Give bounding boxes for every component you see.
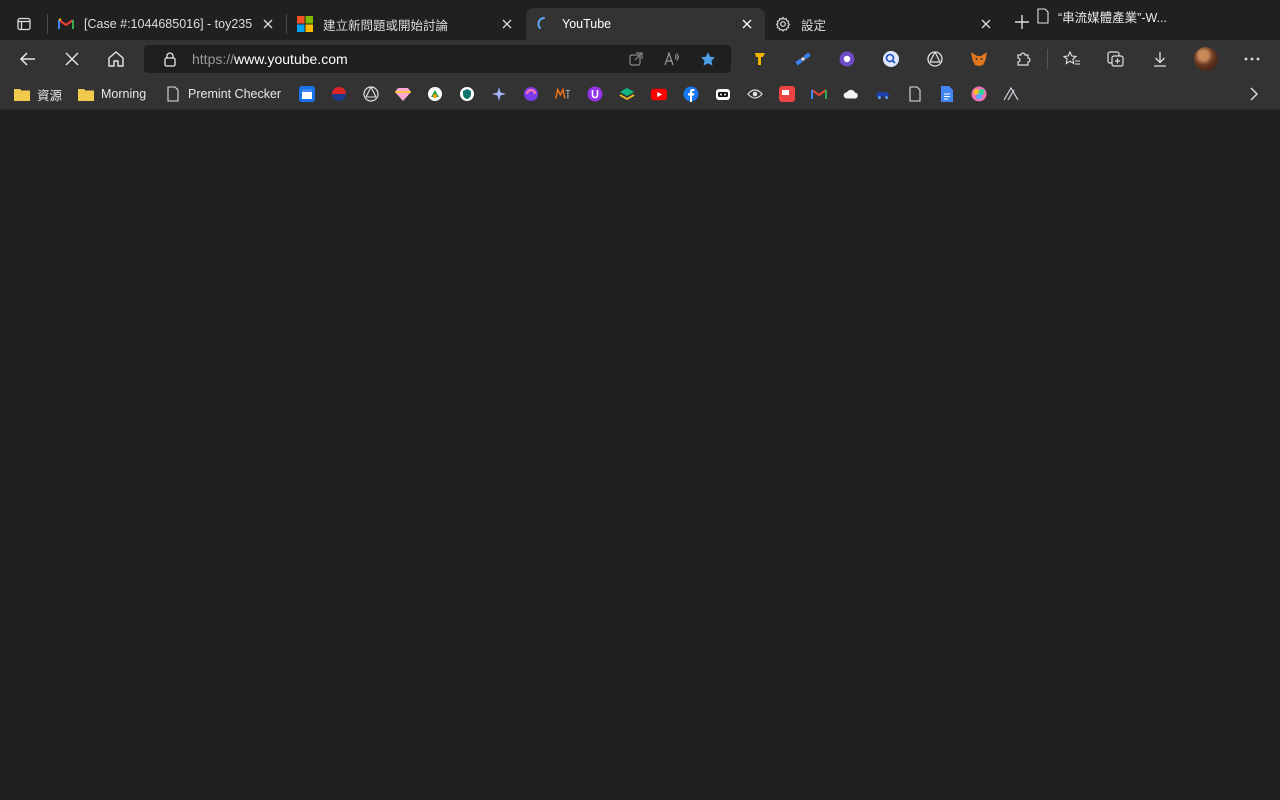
- bird-bookmark-icon[interactable]: [427, 86, 443, 102]
- profile-avatar[interactable]: [1194, 47, 1218, 71]
- youtube-bookmark-icon[interactable]: [651, 86, 667, 102]
- car-bookmark-icon[interactable]: [875, 86, 891, 102]
- page-content-area[interactable]: [0, 110, 1280, 800]
- tab-title: 設定: [801, 18, 827, 33]
- tab-settings[interactable]: 設定: [765, 8, 1004, 40]
- gear-icon: [775, 16, 791, 32]
- page-bookmark-icon[interactable]: [907, 86, 923, 102]
- extension-aperture-icon[interactable]: [926, 50, 944, 68]
- close-tab-icon[interactable]: [260, 16, 276, 32]
- chevron-right-icon[interactable]: [1246, 86, 1262, 102]
- loading-spinner-icon: [536, 16, 552, 32]
- bookmark-folder-morning[interactable]: Morning: [78, 84, 146, 104]
- new-tab-button[interactable]: [1008, 8, 1036, 36]
- bookmark-folder-resources[interactable]: 資源: [14, 84, 62, 104]
- close-tab-icon[interactable]: [978, 16, 994, 32]
- facebook-bookmark-icon[interactable]: [683, 86, 699, 102]
- folder-icon: [78, 86, 94, 102]
- gmail-bookmark-icon[interactable]: [811, 86, 827, 102]
- close-tab-icon[interactable]: [739, 16, 755, 32]
- tab-title: 建立新問題或開始討論: [323, 18, 449, 33]
- url-scheme: https://: [192, 51, 235, 67]
- favorite-star-icon[interactable]: [700, 51, 716, 67]
- address-bar[interactable]: https://www.youtube.com: [144, 45, 731, 73]
- bookmark-streaming-industry[interactable]: “串流媒體產業”-W...: [1035, 6, 1167, 26]
- bookmark-label: 資源: [37, 88, 63, 103]
- bookmark-label: Premint Checker: [188, 87, 282, 101]
- plus-icon: [1015, 15, 1029, 29]
- toolbar-separator: [1047, 49, 1048, 69]
- red-blue-bookmark-icon[interactable]: [331, 86, 347, 102]
- back-button[interactable]: [12, 43, 44, 75]
- folder-icon: [14, 86, 30, 102]
- calendar-bookmark-icon[interactable]: [299, 86, 315, 102]
- extension-yellow-icon[interactable]: [751, 50, 769, 68]
- eye-bookmark-icon[interactable]: [747, 86, 763, 102]
- gem-bookmark-icon[interactable]: [395, 86, 411, 102]
- page-icon: [165, 86, 181, 102]
- tab-microsoft[interactable]: 建立新問題或開始討論: [287, 8, 525, 40]
- tab-gmail[interactable]: [Case #:1044685016] - toy235: [48, 8, 286, 40]
- home-icon: [108, 51, 124, 67]
- bookmark-label: Morning: [101, 87, 147, 101]
- close-tab-icon[interactable]: [499, 16, 515, 32]
- layers-bookmark-icon[interactable]: [619, 86, 635, 102]
- page-icon: [1035, 8, 1051, 24]
- tab-youtube[interactable]: YouTube: [526, 8, 765, 40]
- url-host: www.youtube.com: [234, 51, 348, 67]
- u-bookmark-icon[interactable]: [587, 86, 603, 102]
- bookmark-label: “串流媒體產業”-W...: [1058, 10, 1168, 25]
- colorful-bookmark-icon[interactable]: [971, 86, 987, 102]
- home-button[interactable]: [100, 43, 132, 75]
- favorites-icon[interactable]: [1063, 50, 1081, 68]
- google-docs-bookmark-icon[interactable]: [939, 86, 955, 102]
- extension-satellite-icon[interactable]: [794, 50, 812, 68]
- gmail-icon: [58, 16, 74, 32]
- cloud-bookmark-icon[interactable]: [843, 86, 859, 102]
- mt-bookmark-icon[interactable]: [555, 86, 571, 102]
- extension-purple-icon[interactable]: [838, 50, 856, 68]
- close-icon: [65, 52, 79, 66]
- shield-bookmark-icon[interactable]: [459, 86, 475, 102]
- metamask-fox-icon[interactable]: [970, 50, 988, 68]
- stop-loading-button[interactable]: [56, 43, 88, 75]
- more-options-icon[interactable]: [1243, 50, 1261, 68]
- sparkle-bookmark-icon[interactable]: [491, 86, 507, 102]
- robot-bookmark-icon[interactable]: [715, 86, 731, 102]
- tab-actions-button[interactable]: [8, 8, 40, 40]
- pen-bookmark-icon[interactable]: [1003, 86, 1019, 102]
- tab-actions-icon: [17, 17, 31, 31]
- bookmarks-bar: 資源 Morning Premint Checker: [0, 78, 1280, 110]
- extension-search-icon[interactable]: [882, 50, 900, 68]
- microsoft-icon: [297, 16, 313, 32]
- read-aloud-icon[interactable]: [664, 51, 680, 67]
- tab-title: [Case #:1044685016] - toy235: [84, 17, 253, 31]
- red-square-bookmark-icon[interactable]: [779, 86, 795, 102]
- downloads-icon[interactable]: [1151, 50, 1169, 68]
- tab-title: YouTube: [562, 17, 612, 31]
- back-arrow-icon: [19, 52, 35, 66]
- bookmark-premint-checker[interactable]: Premint Checker: [165, 84, 281, 104]
- swirl-bookmark-icon[interactable]: [523, 86, 539, 102]
- extensions-puzzle-icon[interactable]: [1014, 50, 1032, 68]
- open-in-app-icon[interactable]: [628, 51, 644, 67]
- url-text[interactable]: https://www.youtube.com: [192, 51, 348, 67]
- collections-icon[interactable]: [1107, 50, 1125, 68]
- lock-icon[interactable]: [162, 51, 178, 67]
- aperture-bookmark-icon[interactable]: [363, 86, 379, 102]
